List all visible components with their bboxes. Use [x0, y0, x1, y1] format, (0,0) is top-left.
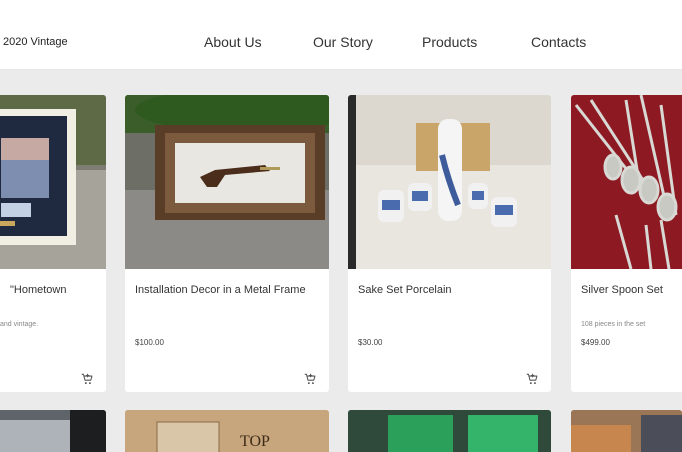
product-image-framed-print[interactable]: [0, 95, 106, 269]
site-header: 2020 Vintage About Us Our Story Products…: [0, 0, 682, 70]
brand-logo[interactable]: 2020 Vintage: [3, 36, 68, 48]
product-title[interactable]: Sake Set Porcelain: [358, 281, 541, 300]
product-card[interactable]: TOP: [125, 410, 329, 452]
product-card[interactable]: [0, 410, 106, 452]
product-title[interactable]: "Hometown: [10, 281, 96, 300]
product-image-silver-spoons[interactable]: [571, 95, 682, 269]
product-card[interactable]: Installation Decor in a Metal Frame $100…: [125, 95, 329, 392]
product-image-sake-set[interactable]: [348, 95, 551, 269]
product-price: $30.00: [358, 338, 383, 347]
product-card[interactable]: Sake Set Porcelain $30.00: [348, 95, 551, 392]
nav-about-us[interactable]: About Us: [204, 34, 262, 50]
nav-products[interactable]: Products: [422, 34, 477, 50]
svg-text:TOP: TOP: [240, 433, 270, 450]
product-card[interactable]: [348, 410, 551, 452]
add-to-cart-icon[interactable]: [303, 372, 317, 386]
add-to-cart-icon[interactable]: [525, 372, 539, 386]
nav-contacts[interactable]: Contacts: [531, 34, 586, 50]
product-card[interactable]: Silver Spoon Set 108 pieces in the set $…: [571, 95, 682, 392]
product-card[interactable]: [571, 410, 682, 452]
add-to-cart-icon[interactable]: [80, 372, 94, 386]
product-card[interactable]: "Hometown and vintage.: [0, 95, 106, 392]
nav-our-story[interactable]: Our Story: [313, 34, 373, 50]
product-description: and vintage.: [0, 321, 39, 328]
product-image-pistol-frame[interactable]: [125, 95, 329, 269]
product-price: $499.00: [581, 338, 610, 347]
product-price: $100.00: [135, 338, 164, 347]
product-title[interactable]: Installation Decor in a Metal Frame: [135, 281, 319, 300]
product-title[interactable]: Silver Spoon Set: [581, 281, 672, 300]
product-description: 108 pieces in the set: [581, 321, 646, 328]
